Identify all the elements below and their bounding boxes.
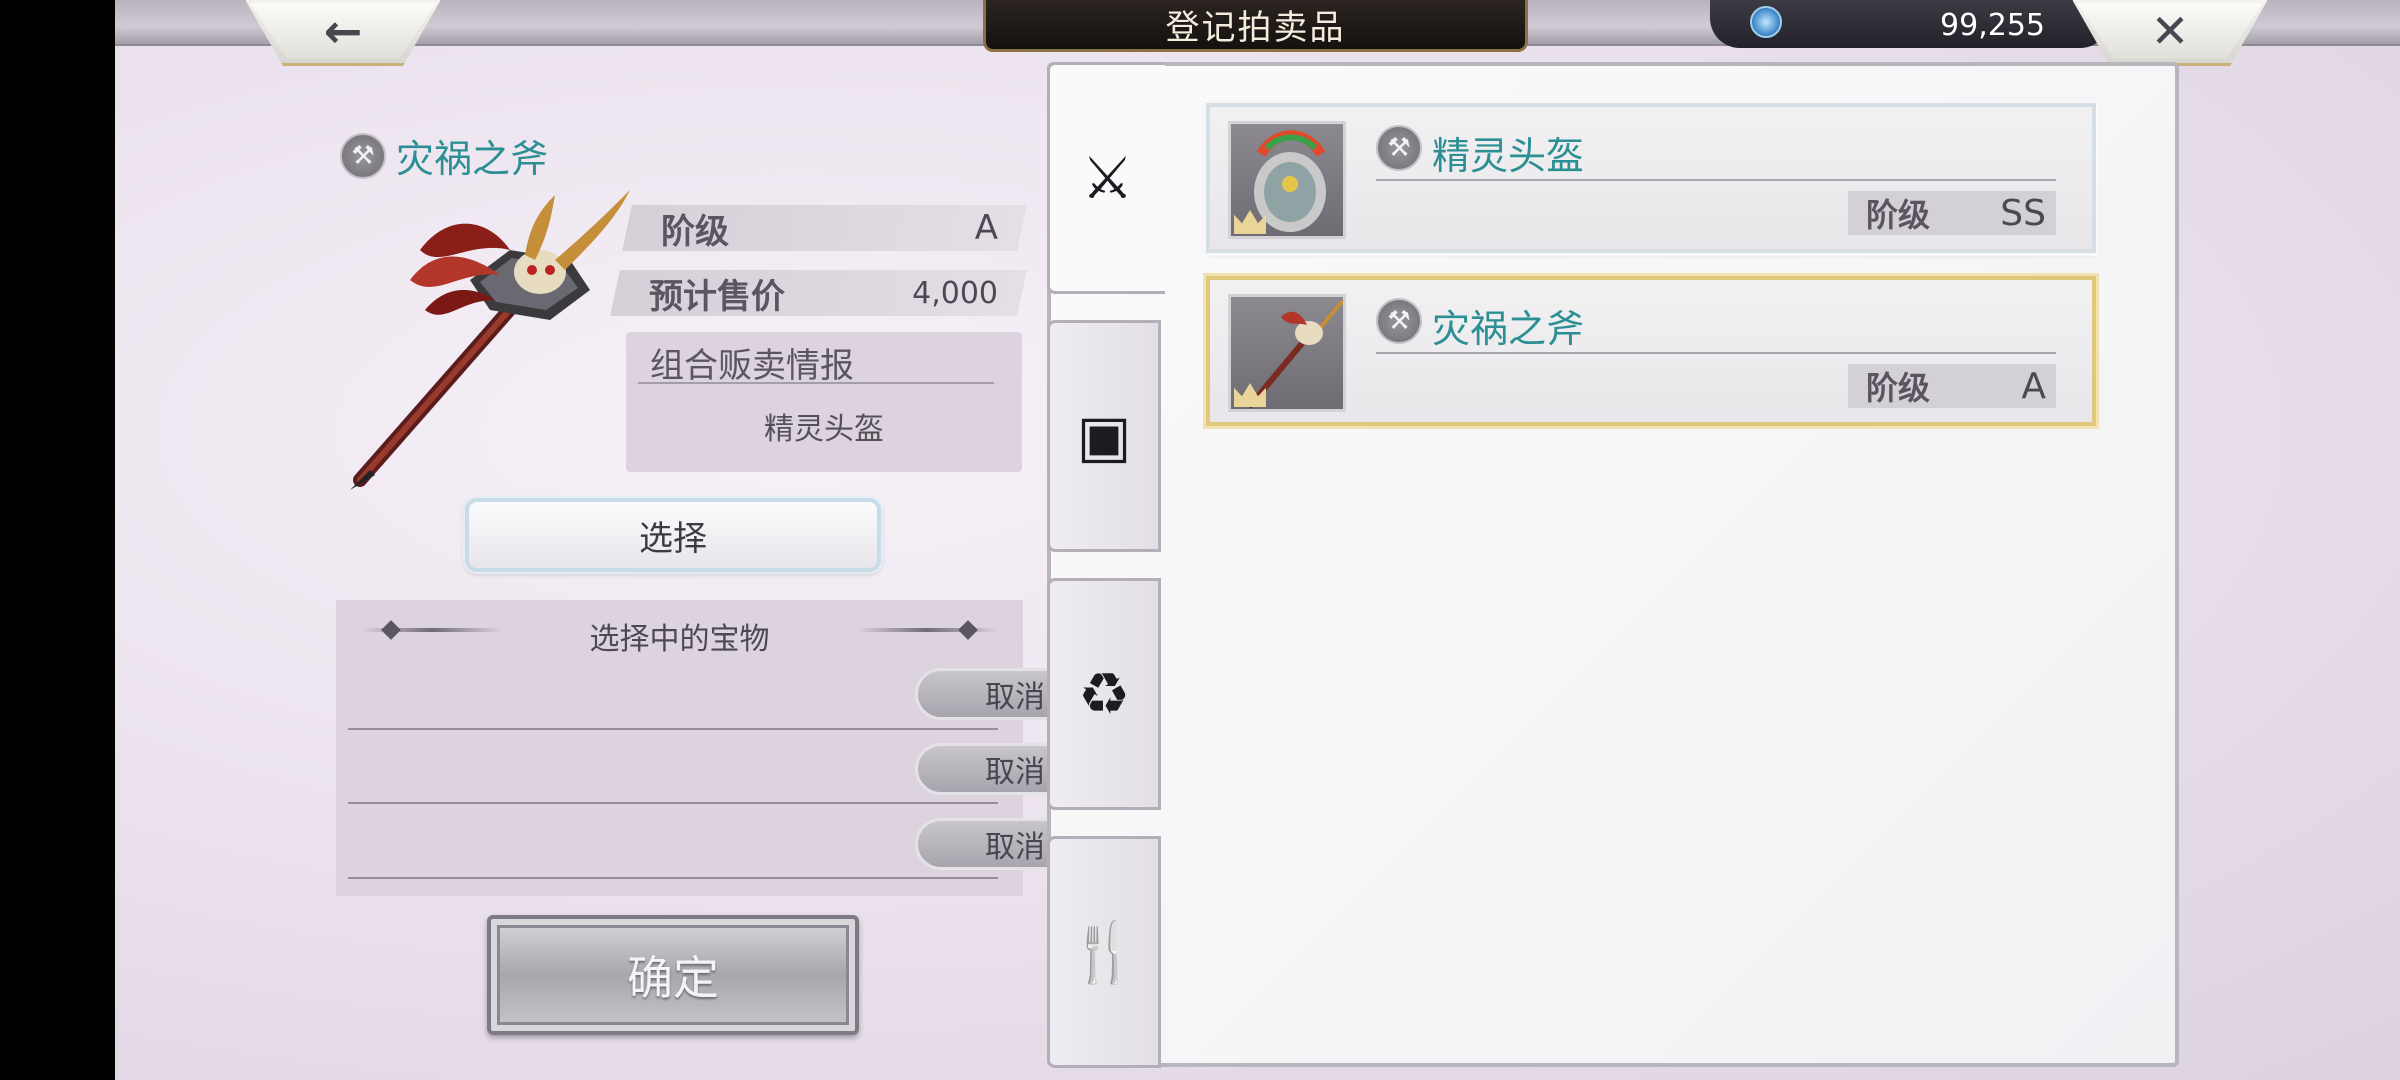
grade-label: 阶级: [1866, 196, 1931, 234]
item-name: 精灵头盔: [1432, 134, 1585, 178]
combo-title: 组合贩卖情报: [650, 346, 854, 386]
combo-item: 精灵头盔: [764, 412, 884, 447]
weapon-type-icon: ⚒: [1376, 125, 1422, 171]
confirm-button-label: 确定: [627, 951, 719, 1005]
weapon-type-icon: ⚒: [1376, 298, 1422, 344]
cancel-label: 取消: [985, 755, 1045, 790]
list-item-calamity-axe[interactable]: ⚒ 灾祸之斧 阶级 A: [1206, 276, 2096, 426]
back-button[interactable]: ←: [243, 0, 443, 66]
price-label: 预计售价: [649, 276, 785, 317]
close-button[interactable]: ✕: [2070, 0, 2270, 66]
selection-slot-1: [348, 728, 998, 730]
tab-food[interactable]: 🍴: [1047, 836, 1161, 1068]
tab-accessory[interactable]: ♻: [1047, 578, 1161, 810]
select-button-label: 选择: [639, 518, 707, 559]
bag-icon: ♻: [1078, 660, 1130, 728]
category-tabs: ⚔ ▣ ♻ 🍴: [1047, 62, 1165, 1068]
divider: [1376, 352, 2056, 354]
divider: [1376, 179, 2056, 181]
ornament-right: [857, 628, 997, 632]
currency-value: 99,255: [1940, 8, 2045, 43]
select-button[interactable]: 选择: [465, 498, 881, 572]
grade-row: 阶级 A: [622, 205, 1027, 252]
grade-badge: 阶级 A: [1848, 364, 2056, 408]
grade-value: SS: [2000, 192, 2046, 234]
currency-display: 99,255: [1710, 0, 2110, 48]
cancel-label: 取消: [985, 830, 1045, 865]
page-title: 登记拍卖品: [1165, 8, 1346, 48]
price-value: 4,000: [912, 275, 998, 311]
selected-treasures-title: 选择中的宝物: [589, 622, 770, 657]
frame-icon: ▣: [1076, 402, 1132, 470]
page-title-plate: 登记拍卖品: [983, 0, 1528, 52]
weapon-shield-icon: ⚔: [1081, 144, 1134, 212]
selection-slot-3: [348, 877, 998, 879]
list-item-elf-helmet[interactable]: ⚒ 精灵头盔 阶级 SS: [1206, 103, 2096, 253]
price-row: 预计售价 4,000: [610, 270, 1027, 317]
confirm-button[interactable]: 确定: [487, 915, 859, 1035]
selection-slot-2: [348, 802, 998, 804]
combo-sale-info: 组合贩卖情报 精灵头盔: [626, 332, 1022, 472]
weapon-type-icon: ⚒: [340, 132, 386, 179]
cancel-label: 取消: [985, 680, 1045, 715]
item-name: 灾祸之斧: [1432, 307, 1585, 351]
cutlery-icon: 🍴: [1067, 917, 1141, 986]
tab-armor[interactable]: ▣: [1047, 320, 1161, 552]
grade-label: 阶级: [1866, 369, 1931, 407]
axe-thumbnail: [1228, 294, 1346, 412]
divider: [638, 382, 994, 384]
auction-register-screen: ← 登记拍卖品 99,255 ✕ ⚒ 灾祸之斧 阶级 A 预计售价 4,000 …: [115, 0, 2400, 1080]
grade-value: A: [2021, 365, 2046, 407]
tab-weapon[interactable]: ⚔: [1047, 62, 1165, 294]
coin-icon: [1750, 6, 1782, 38]
selected-treasures-panel: 选择中的宝物 取消 取消 取消: [336, 600, 1115, 896]
grade-label: 阶级: [661, 211, 729, 252]
close-icon: ✕: [2150, 4, 2190, 58]
grade-value: A: [974, 208, 998, 248]
helmet-thumbnail: [1228, 121, 1346, 239]
grade-badge: 阶级 SS: [1848, 191, 2056, 235]
back-arrow-icon: ←: [323, 4, 363, 58]
